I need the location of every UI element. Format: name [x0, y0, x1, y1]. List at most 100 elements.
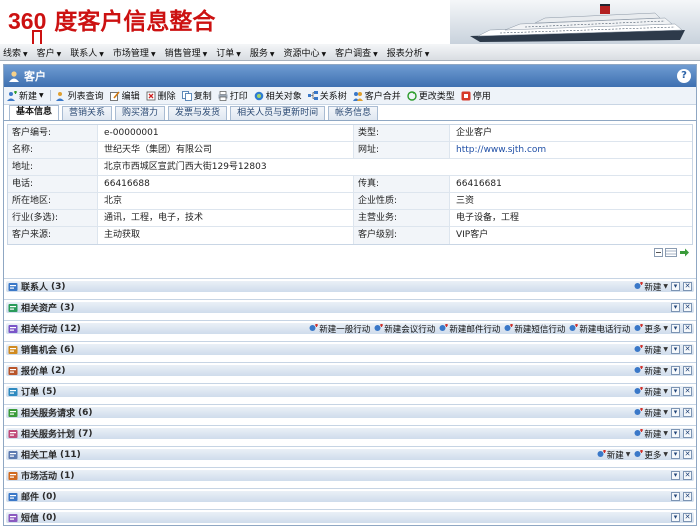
section-header[interactable]: 相关服务计划 (7) 新建 ▼ ▾ ✕: [6, 428, 694, 440]
collapse-section-icon[interactable]: ▾: [671, 324, 680, 333]
tab-related-people[interactable]: 相关人员与更新时间: [230, 106, 326, 120]
collapse-section-icon[interactable]: ▾: [671, 492, 680, 501]
section-header[interactable]: 联系人 (3) 新建 ▼ ▾ ✕: [6, 281, 694, 293]
collapse-all-icon[interactable]: [654, 248, 663, 257]
section-action-label: 新建邮件行动: [449, 324, 501, 335]
menu-leads[interactable]: 线索 ▼: [3, 46, 28, 59]
tab-basic-info[interactable]: 基本信息: [9, 105, 60, 120]
section-header[interactable]: 订单 (5) 新建 ▼ ▾ ✕: [6, 386, 694, 398]
section-header[interactable]: 相关服务请求 (6) 新建 ▼ ▾ ✕: [6, 407, 694, 419]
delete-button[interactable]: 删除: [146, 89, 176, 102]
change-type-icon: [407, 90, 417, 101]
section-header[interactable]: 销售机会 (6) 新建 ▼ ▾ ✕: [6, 344, 694, 356]
copy-button[interactable]: 复制: [181, 89, 212, 102]
edit-button[interactable]: 编辑: [109, 89, 140, 102]
detail-row: 客户编号: e-00000001 类型: 企业客户: [8, 125, 692, 142]
section-header[interactable]: 短信 (0) ▾ ✕: [6, 512, 694, 524]
add-item-icon: [569, 324, 579, 331]
collapse-section-icon[interactable]: ▾: [671, 345, 680, 354]
list-query-button[interactable]: 列表查询: [55, 89, 104, 102]
section-actions: 新建 ▼ ▾ ✕: [630, 386, 692, 398]
close-section-icon[interactable]: ✕: [683, 282, 692, 291]
menu-surveys[interactable]: 客户调查 ▼: [335, 46, 378, 59]
source-label: 客户来源:: [8, 227, 98, 244]
section-count: (3): [51, 281, 66, 292]
section-header[interactable]: 邮件 (0) ▾ ✕: [6, 491, 694, 503]
tab-marketing-relations[interactable]: 营销关系: [62, 106, 113, 120]
collapse-section-icon[interactable]: ▾: [671, 282, 680, 291]
section-action-button[interactable]: 新建 ▼: [634, 407, 668, 419]
section-title: 相关服务请求: [21, 409, 76, 419]
menu-marketing[interactable]: 市场管理 ▼: [113, 46, 156, 59]
menu-sales[interactable]: 销售管理 ▼: [165, 46, 208, 59]
section-action-label: 新建: [644, 345, 662, 356]
section-action-button[interactable]: 新建 ▼: [634, 281, 668, 293]
close-section-icon[interactable]: ✕: [683, 324, 692, 333]
section-header[interactable]: 相关行动 (12) 新建一般行动 新建会议行动 新建邮件行动 新建短信行动 新建电话行动 更多…: [6, 323, 694, 335]
collapse-section-icon[interactable]: ▾: [671, 513, 680, 522]
section-contacts: 联系人 (3) 新建 ▼ ▾ ✕: [4, 278, 696, 299]
close-section-icon[interactable]: ✕: [683, 345, 692, 354]
tab-invoice-shipping[interactable]: 发票与发货: [168, 106, 228, 120]
close-section-icon[interactable]: ✕: [683, 366, 692, 375]
menu-contacts[interactable]: 联系人 ▼: [70, 46, 104, 59]
change-type-button[interactable]: 更改类型: [407, 89, 455, 102]
close-section-icon[interactable]: ✕: [683, 429, 692, 438]
menu-orders[interactable]: 订单 ▼: [216, 46, 241, 59]
arrow-right-icon[interactable]: [680, 248, 689, 257]
section-action-button[interactable]: 新建短信行动: [504, 323, 565, 335]
menu-reports[interactable]: 报表分析 ▼: [387, 46, 430, 59]
section-header[interactable]: 相关工单 (11) 新建 ▼ 更多 ▼ ▾ ✕: [6, 449, 694, 461]
section-action-button[interactable]: 新建会议行动: [374, 323, 435, 335]
related-object-button[interactable]: 相关对象: [254, 89, 302, 102]
close-section-icon[interactable]: ✕: [683, 303, 692, 312]
section-header[interactable]: 相关资产 (3) ▾ ✕: [6, 302, 694, 314]
section-count: (12): [60, 323, 81, 334]
section-action-button[interactable]: 新建 ▼: [634, 428, 668, 440]
section-action-button[interactable]: 新建 ▼: [634, 365, 668, 377]
close-section-icon[interactable]: ✕: [683, 513, 692, 522]
help-icon[interactable]: ?: [677, 69, 691, 83]
change-type-label: 更改类型: [418, 92, 455, 102]
print-label: 打印: [229, 92, 248, 102]
merge-customer-button[interactable]: 客户合并: [352, 89, 401, 102]
layout-icon[interactable]: [665, 248, 677, 257]
new-button[interactable]: 新建 ▼: [7, 89, 44, 102]
website-link[interactable]: http://www.sjth.com: [450, 142, 692, 158]
close-section-icon[interactable]: ✕: [683, 450, 692, 459]
disable-button[interactable]: 停用: [461, 89, 491, 102]
section-action-button[interactable]: 新建邮件行动: [439, 323, 500, 335]
collapse-section-icon[interactable]: ▾: [671, 408, 680, 417]
close-section-icon[interactable]: ✕: [683, 408, 692, 417]
collapse-section-icon[interactable]: ▾: [671, 450, 680, 459]
close-section-icon[interactable]: ✕: [683, 387, 692, 396]
menu-resources[interactable]: 资源中心 ▼: [283, 46, 326, 59]
tab-account-info[interactable]: 帐务信息: [328, 106, 379, 120]
section-action-button[interactable]: 更多 ▼: [634, 323, 668, 335]
section-action-button[interactable]: 新建 ▼: [597, 449, 630, 461]
section-count: (1): [60, 470, 75, 481]
collapse-section-icon[interactable]: ▾: [671, 429, 680, 438]
menu-service[interactable]: 服务 ▼: [250, 46, 275, 59]
section-action-button[interactable]: 新建 ▼: [634, 344, 668, 356]
section-action-button[interactable]: 新建电话行动: [569, 323, 630, 335]
close-section-icon[interactable]: ✕: [683, 492, 692, 501]
section-header[interactable]: 市场活动 (1) ▾ ✕: [6, 470, 694, 482]
section-header[interactable]: 报价单 (2) 新建 ▼ ▾ ✕: [6, 365, 694, 377]
section-action-button[interactable]: 更多 ▼: [634, 449, 668, 461]
tab-purchase-potential[interactable]: 购买潜力: [115, 106, 166, 120]
collapse-section-icon[interactable]: ▾: [671, 471, 680, 480]
section-action-button[interactable]: 新建 ▼: [634, 386, 668, 398]
close-section-icon[interactable]: ✕: [683, 471, 692, 480]
detail-row: 地址: 北京市西城区宣武门西大街129号12803: [8, 159, 692, 176]
collapse-section-icon[interactable]: ▾: [671, 387, 680, 396]
section-tools: [4, 245, 696, 259]
relationship-tree-button[interactable]: 关系树: [307, 89, 347, 102]
tree-icon: [307, 90, 318, 100]
collapse-section-icon[interactable]: ▾: [671, 366, 680, 375]
print-button[interactable]: 打印: [218, 89, 248, 102]
section-action-button[interactable]: 新建一般行动: [309, 323, 370, 335]
collapse-section-icon[interactable]: ▾: [671, 303, 680, 312]
menu-customers[interactable]: 客户 ▼: [37, 46, 62, 59]
detail-row: 行业(多选): 通讯，工程，电子，技术 主营业务: 电子设备，工程: [8, 210, 692, 227]
